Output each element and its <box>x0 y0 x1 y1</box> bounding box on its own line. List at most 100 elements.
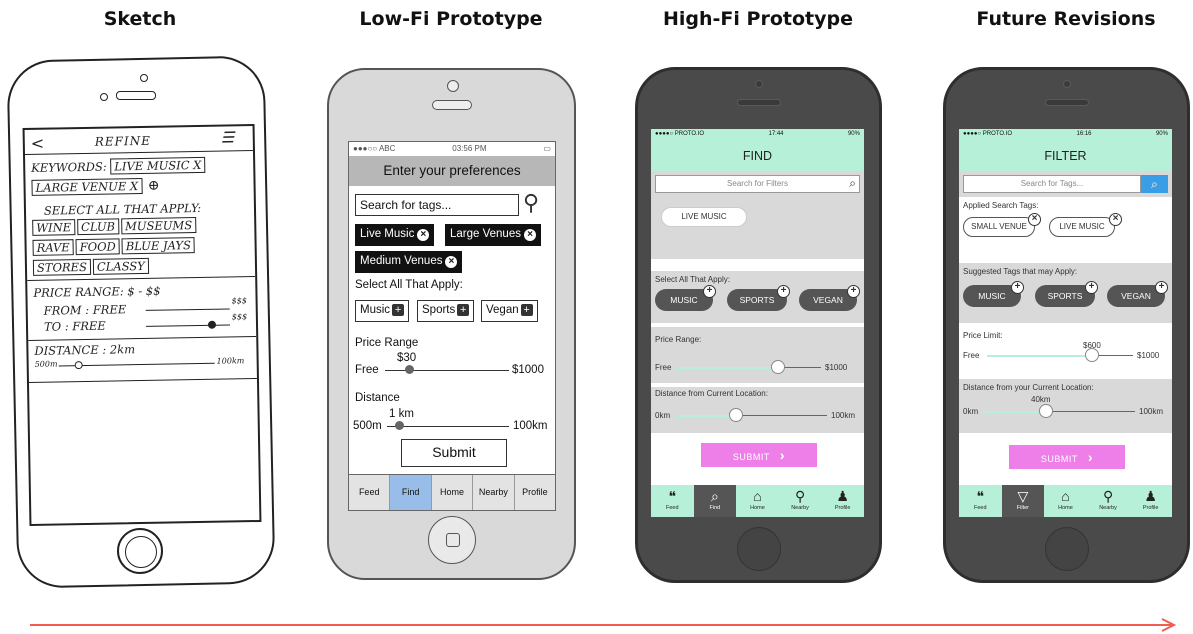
close-icon[interactable]: × <box>417 229 430 241</box>
applied-tag-chip[interactable]: LIVE MUSIC <box>661 207 747 227</box>
sketch-select-label: SELECT ALL THAT APPLY: <box>43 200 202 218</box>
search-icon: ⌕ <box>710 488 719 504</box>
sketch-tag[interactable]: STORES <box>32 258 92 276</box>
plus-icon[interactable]: + <box>847 285 860 298</box>
submit-button[interactable]: Submit <box>401 439 507 467</box>
distance-slider[interactable] <box>387 426 509 427</box>
tab-feed[interactable]: Feed <box>349 475 391 510</box>
home-button[interactable] <box>1044 527 1089 571</box>
price-max: $1000 <box>512 364 544 376</box>
tab-filter[interactable]: ▽ Filter <box>1001 485 1045 517</box>
tab-label: Nearby <box>1099 505 1117 511</box>
search-icon[interactable]: ⌕ <box>849 176 856 191</box>
tab-profile[interactable]: Profile <box>514 475 555 510</box>
carrier-text: ●●●○○ ABC <box>353 144 396 153</box>
category-label: Music <box>360 304 391 316</box>
tab-find[interactable]: Find <box>390 475 432 510</box>
slider-handle[interactable] <box>1039 404 1053 418</box>
category-button[interactable]: Sports + <box>417 300 475 322</box>
tab-label: Profile <box>834 505 851 511</box>
sketch-keyword-chip[interactable]: LARGE VENUE X <box>31 177 143 196</box>
price-max: $1000 <box>1137 351 1160 360</box>
sketch-tag[interactable]: WINE <box>32 219 76 236</box>
close-icon[interactable]: × <box>1028 213 1041 226</box>
sketch-tag[interactable]: MUSEUMS <box>120 217 197 235</box>
tab-nearby[interactable]: Nearby <box>473 475 515 510</box>
price-slider[interactable] <box>385 370 509 371</box>
plus-icon[interactable]: + <box>777 285 790 298</box>
category-button[interactable]: Music + <box>355 300 410 322</box>
tab-home[interactable]: ⌂ Home <box>1044 485 1087 517</box>
sketch-tag[interactable]: FOOD <box>75 238 120 256</box>
search-input[interactable]: Search for Tags... <box>963 175 1141 193</box>
sketch-tag[interactable]: CLUB <box>76 218 120 236</box>
hifi-screen: ●●●●○ PROTO.IO 17:44 90% FIND Search for… <box>651 129 864 517</box>
hifi-phone: ●●●●○ PROTO.IO 17:44 90% FIND Search for… <box>635 67 882 583</box>
sketch-keyword-chip[interactable]: LIVE MUSIC X <box>110 156 206 175</box>
plus-icon[interactable]: + <box>1155 281 1168 294</box>
tag-chip[interactable]: Medium Venues × <box>355 251 463 273</box>
lofi-screen: ●●●○○ ABC 03:56 PM ▭ Enter your preferen… <box>348 141 556 511</box>
price-slider[interactable] <box>987 355 1093 357</box>
tab-find[interactable]: ⌕ Find <box>693 485 737 517</box>
tab-nearby[interactable]: ⚲ Nearby <box>779 485 822 517</box>
close-icon[interactable]: × <box>523 229 536 241</box>
home-button[interactable] <box>736 527 781 571</box>
search-icon[interactable]: ⊕ <box>148 178 160 194</box>
plus-icon: + <box>392 304 405 316</box>
search-bar: Search for Tags... ⌕ <box>959 171 1172 197</box>
plus-icon[interactable]: + <box>1011 281 1024 294</box>
tag-chip[interactable]: Live Music × <box>355 224 435 246</box>
search-icon[interactable]: ⚲ <box>523 190 539 216</box>
search-button[interactable]: ⌕ <box>1141 175 1168 193</box>
price-value: $30 <box>397 352 417 364</box>
submit-button[interactable]: SUBMIT › <box>1009 445 1125 469</box>
sketch-price-label: PRICE RANGE: $ - $$ <box>33 283 161 300</box>
suggested-section: Suggested Tags that may Apply: MUSIC + S… <box>959 263 1172 323</box>
sketch-tags-row: WINE CLUB MUSEUMS <box>32 216 248 236</box>
applied-tag-chip[interactable]: SMALL VENUE <box>963 217 1035 237</box>
page-title: Enter your preferences <box>349 156 555 186</box>
tab-feed[interactable]: ❝ Feed <box>959 485 1002 517</box>
menu-icon[interactable]: ☰ <box>221 128 247 146</box>
slider-handle[interactable] <box>1085 348 1099 362</box>
tab-label: Home <box>750 505 765 511</box>
category-button[interactable]: Vegan + <box>481 300 538 322</box>
close-icon[interactable]: × <box>445 256 458 268</box>
sketch-tag[interactable]: RAVE <box>32 239 74 256</box>
price-slider[interactable] <box>675 367 779 369</box>
home-button[interactable] <box>117 528 163 574</box>
quote-icon: ❝ <box>976 488 985 504</box>
close-icon[interactable]: × <box>1109 213 1122 226</box>
tab-feed[interactable]: ❝ Feed <box>651 485 694 517</box>
home-button[interactable] <box>428 516 476 564</box>
carrier-text: ●●●●○ PROTO.IO <box>963 131 1013 137</box>
submit-button[interactable]: SUBMIT › <box>701 443 817 467</box>
camera-icon <box>1062 80 1071 88</box>
tag-chip[interactable]: Large Venues × <box>445 224 541 246</box>
tab-profile[interactable]: ♟ Profile <box>821 485 864 517</box>
tab-home[interactable]: Home <box>431 475 474 510</box>
plus-icon: + <box>457 304 470 316</box>
sketch-tag[interactable]: CLASSY <box>92 257 149 275</box>
chevron-right-icon: › <box>1087 449 1094 465</box>
tab-profile[interactable]: ♟ Profile <box>1129 485 1172 517</box>
sketch-tag[interactable]: BLUE JAYS <box>121 237 196 255</box>
distance-min: 500m <box>353 420 382 432</box>
tab-nearby[interactable]: ⚲ Nearby <box>1087 485 1130 517</box>
applied-tag-chip[interactable]: LIVE MUSIC <box>1049 217 1115 237</box>
slider-handle[interactable] <box>771 360 785 374</box>
quote-icon: ❝ <box>668 488 677 504</box>
distance-label: Distance from Current Location: <box>655 389 768 398</box>
search-input[interactable]: Search for Filters <box>655 175 860 193</box>
camera-icon <box>140 74 148 82</box>
plus-icon[interactable]: + <box>703 285 716 298</box>
distance-slider[interactable] <box>983 411 1047 413</box>
slider-handle[interactable] <box>729 408 743 422</box>
slider-handle[interactable] <box>405 365 414 374</box>
search-input[interactable]: Search for tags... <box>355 194 519 216</box>
tab-home[interactable]: ⌂ Home <box>736 485 779 517</box>
slider-handle[interactable] <box>395 421 404 430</box>
distance-slider[interactable] <box>675 415 735 417</box>
plus-icon[interactable]: + <box>1085 281 1098 294</box>
